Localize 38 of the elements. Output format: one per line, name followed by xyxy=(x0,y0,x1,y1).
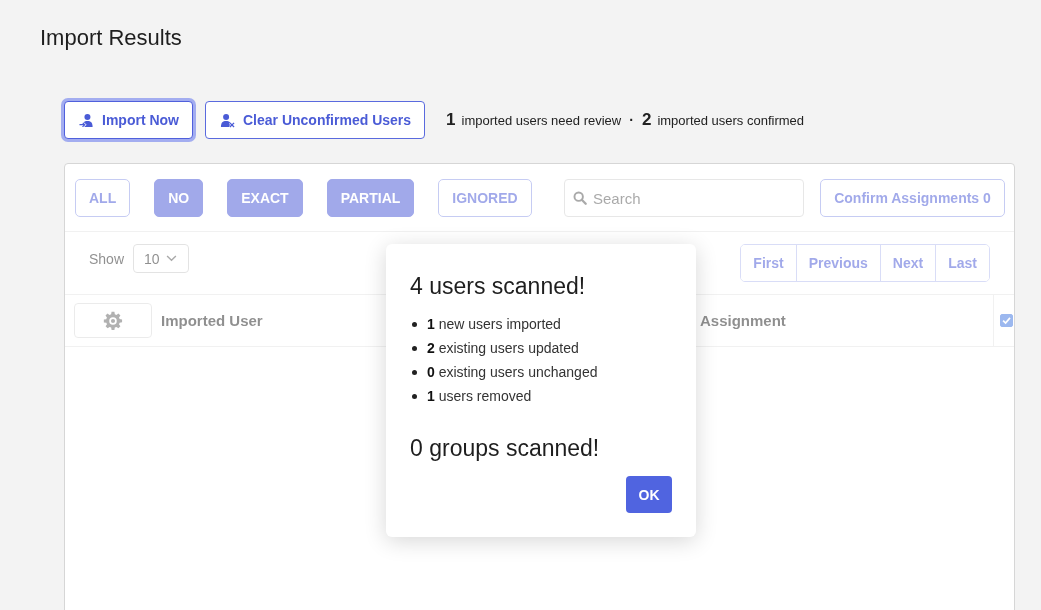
filter-button[interactable]: ALL xyxy=(75,179,131,217)
filter-button[interactable]: NO xyxy=(154,179,204,217)
summary-label: imported users confirmed xyxy=(657,113,805,128)
page-title: Import Results xyxy=(40,24,182,52)
bullet-icon xyxy=(412,321,417,327)
bullet-icon xyxy=(412,345,417,351)
search-icon xyxy=(573,191,587,205)
show-label: Show xyxy=(89,250,125,267)
pagination-button[interactable]: Last xyxy=(935,245,989,281)
filter-button[interactable]: PARTIAL xyxy=(326,179,415,217)
result-item: 1 new users imported xyxy=(427,316,561,332)
import-button[interactable]: Import Now xyxy=(64,101,193,139)
page-size-select[interactable]: 10 xyxy=(133,244,190,273)
dialog-title: 4 users scanned! xyxy=(410,272,586,300)
chevron-down-icon xyxy=(165,255,177,262)
dialog-subtitle: 0 groups scanned! xyxy=(410,434,600,462)
column-header: Imported User xyxy=(161,311,263,329)
bullet-icon xyxy=(412,369,417,375)
clear-button[interactable]: Clear Unconfirmed Users xyxy=(205,101,426,139)
confirm-assignments-button[interactable]: Confirm Assignments 0 xyxy=(820,179,1005,217)
bullet-icon xyxy=(412,393,417,399)
settings-button[interactable] xyxy=(74,303,152,338)
select-all-checkbox[interactable] xyxy=(1000,314,1013,327)
summary-count: 1 xyxy=(446,110,456,130)
filter-button[interactable]: EXACT xyxy=(227,179,303,217)
result-item: 2 existing users updated xyxy=(427,340,579,356)
column-header: Assignment xyxy=(700,311,786,329)
result-item: 1 users removed xyxy=(427,388,532,404)
person-arrow-icon xyxy=(79,112,94,128)
result-item: 0 existing users unchanged xyxy=(427,364,598,380)
separator-dot: · xyxy=(629,112,634,128)
gear-icon xyxy=(103,310,123,331)
summary-count: 2 xyxy=(641,110,652,130)
person-x-icon xyxy=(220,112,235,128)
summary-label: imported users need review xyxy=(461,113,622,128)
search-field[interactable]: Search xyxy=(564,179,804,217)
ok-button[interactable]: OK xyxy=(626,476,672,513)
filter-button[interactable]: IGNORED xyxy=(438,179,532,217)
